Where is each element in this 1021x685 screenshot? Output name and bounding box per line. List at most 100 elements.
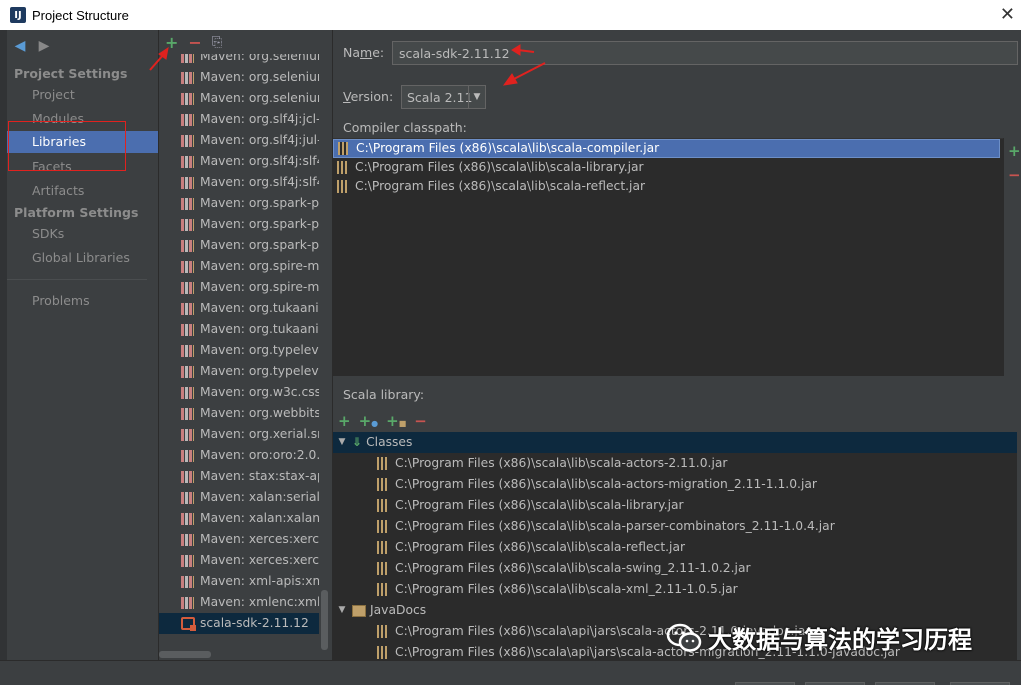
tree-jar-item[interactable]: C:\Program Files (x86)\scala\lib\scala-l… [333, 495, 1017, 516]
library-list-item[interactable]: Maven: org.spark-project [159, 214, 319, 235]
library-list-item[interactable]: Maven: org.slf4j:jcl-over-slf4j [159, 109, 319, 130]
remove-library-button[interactable]: − [188, 33, 201, 52]
window-title: Project Structure [32, 7, 129, 23]
maven-library-icon [181, 218, 194, 231]
tree-node-classes[interactable]: ▼ ⇓ Classes [333, 432, 1017, 453]
sidebar-item-global-libraries[interactable]: Global Libraries [7, 247, 158, 269]
maven-library-icon [181, 386, 194, 399]
add-library-button[interactable]: + [165, 33, 178, 52]
jar-icon [377, 478, 387, 491]
tree-jar-item[interactable]: C:\Program Files (x86)\scala\lib\scala-p… [333, 516, 1017, 537]
version-dropdown[interactable]: Scala 2.11 ▼ [401, 85, 486, 109]
maven-library-icon [181, 407, 194, 420]
library-list-pane: + − ⎘ Maven: org.seleniumhq.seleniumMave… [158, 30, 331, 660]
add-classpath-button[interactable]: + [1008, 142, 1021, 160]
library-list-item[interactable]: Maven: org.typelevel [159, 361, 319, 382]
tree-jar-item[interactable]: C:\Program Files (x86)\scala\lib\scala-a… [333, 453, 1017, 474]
tree-jar-item[interactable]: C:\Program Files (x86)\scala\lib\scala-s… [333, 558, 1017, 579]
tree-jar-item[interactable]: C:\Program Files (x86)\scala\lib\scala-r… [333, 537, 1017, 558]
library-list-item[interactable]: Maven: org.tukaani:xz [159, 319, 319, 340]
add-icon[interactable]: + [338, 412, 351, 430]
tree-jar-item[interactable]: C:\Program Files (x86)\scala\lib\scala-x… [333, 579, 1017, 600]
library-list-item[interactable]: Maven: xmlenc:xmlenc [159, 592, 319, 613]
library-list-item-label: Maven: org.typelevel [200, 343, 319, 357]
tree-jar-item[interactable]: C:\Program Files (x86)\scala\lib\scala-a… [333, 474, 1017, 495]
library-list-item[interactable]: Maven: org.spark-project [159, 235, 319, 256]
jar-icon [377, 499, 387, 512]
tree-node-label: Classes [366, 435, 413, 449]
library-list-item[interactable]: Maven: org.spark-project [159, 193, 319, 214]
library-list-item-selected[interactable]: scala-sdk-2.11.12 [159, 613, 319, 634]
library-list-item-label: Maven: org.seleniumhq.selenium [200, 70, 319, 84]
library-list-item[interactable]: Maven: stax:stax-api [159, 466, 319, 487]
watermark-text: 大数据与算法的学习历程 [708, 626, 972, 654]
library-list-item[interactable]: Maven: org.webbitserver [159, 403, 319, 424]
maven-library-icon [181, 365, 194, 378]
library-list: Maven: org.seleniumhq.selenium Maven: org… [159, 54, 319, 660]
remove-classpath-button[interactable]: − [1008, 166, 1021, 184]
library-list-item[interactable]: Maven: org.typelevel [159, 340, 319, 361]
maven-library-icon [181, 134, 194, 147]
expand-arrow-icon[interactable]: ▼ [336, 600, 348, 621]
library-list-item-label: Maven: org.seleniumhq.selenium [200, 91, 319, 105]
library-list-item[interactable]: Maven: oro:oro:2.0.8 [159, 445, 319, 466]
close-icon[interactable]: ✕ [1000, 4, 1015, 25]
jar-icon [377, 646, 387, 659]
maven-library-icon [181, 176, 194, 189]
library-list-item[interactable]: Maven: xerces:xercesImpl [159, 550, 319, 571]
tree-scrollbar[interactable] [1017, 432, 1021, 660]
sidebar-item-artifacts[interactable]: Artifacts [7, 180, 158, 202]
remove-icon[interactable]: − [414, 412, 427, 430]
library-list-item[interactable]: Maven: org.tukaani:xz [159, 298, 319, 319]
jar-icon [337, 180, 347, 193]
add-javadoc-icon[interactable]: +■ [386, 412, 406, 430]
compiler-classpath-label: Compiler classpath: [343, 120, 467, 135]
library-list-item-label: Maven: xmlenc:xmlenc [200, 595, 319, 609]
library-list-item[interactable]: Maven: org.seleniumhq.selenium [159, 54, 319, 67]
library-list-item-label: Maven: stax:stax-api [200, 469, 319, 483]
library-list-item[interactable]: Maven: org.seleniumhq.selenium [159, 67, 319, 88]
classpath-row[interactable]: C:\Program Files (x86)\scala\lib\scala-r… [333, 177, 1003, 196]
library-list-item[interactable]: Maven: xalan:serializer [159, 487, 319, 508]
jar-icon [337, 161, 347, 174]
library-list-item[interactable]: Maven: org.xerial.snappy [159, 424, 319, 445]
sidebar-item-project[interactable]: Project [7, 84, 158, 106]
tree-node-javadocs[interactable]: ▼ JavaDocs [333, 600, 1017, 621]
library-list-horizontal-scrollbar[interactable] [159, 651, 211, 658]
expand-arrow-icon[interactable]: ▼ [336, 432, 348, 453]
version-value: Scala 2.11 [407, 89, 473, 105]
chevron-down-icon[interactable]: ▼ [468, 86, 485, 108]
copy-library-button[interactable]: ⎘ [212, 35, 222, 50]
classpath-row[interactable]: C:\Program Files (x86)\scala\lib\scala-c… [333, 139, 1000, 158]
library-list-item[interactable]: Maven: xerces:xercesImpl [159, 529, 319, 550]
jar-icon [377, 520, 387, 533]
tree-jar-path: C:\Program Files (x86)\scala\lib\scala-l… [395, 498, 684, 512]
add-from-web-icon[interactable]: +● [359, 412, 379, 430]
library-list-item-label: Maven: org.seleniumhq.selenium [200, 54, 319, 63]
library-list-item[interactable]: Maven: org.spire-math [159, 256, 319, 277]
maven-library-icon [181, 428, 194, 441]
library-list-item[interactable]: Maven: org.spire-math [159, 277, 319, 298]
nav-arrows: ◀ ▶ [13, 38, 51, 54]
sidebar-item-sdks[interactable]: SDKs [7, 223, 158, 245]
name-field[interactable] [392, 41, 1018, 65]
library-list-item[interactable]: Maven: xalan:xalan:2.7.1 [159, 508, 319, 529]
arrow-left-icon[interactable]: ◀ [13, 38, 27, 54]
library-list-item-label: Maven: xalan:xalan:2.7.1 [200, 511, 319, 525]
library-list-item[interactable]: Maven: org.slf4j:slf4j-api [159, 151, 319, 172]
arrow-right-icon[interactable]: ▶ [37, 38, 51, 54]
library-list-vertical-scrollbar[interactable] [321, 590, 328, 650]
library-list-item-label: Maven: org.slf4j:jcl-over-slf4j [200, 112, 319, 126]
maven-library-icon [181, 260, 194, 273]
maven-library-icon [181, 596, 194, 609]
sidebar-item-problems[interactable]: Problems [7, 290, 158, 312]
maven-library-icon [181, 554, 194, 567]
tree-jar-path: C:\Program Files (x86)\scala\lib\scala-a… [395, 477, 817, 491]
library-list-item[interactable]: Maven: xml-apis:xml-apis [159, 571, 319, 592]
library-list-item[interactable]: Maven: org.slf4j:slf4j-log4j12 [159, 172, 319, 193]
classpath-row[interactable]: C:\Program Files (x86)\scala\lib\scala-l… [333, 158, 1003, 177]
library-list-item[interactable]: Maven: org.slf4j:jul-to-slf4j [159, 130, 319, 151]
library-list-item[interactable]: Maven: org.seleniumhq.selenium [159, 88, 319, 109]
library-list-item[interactable]: Maven: org.w3c.css:sac [159, 382, 319, 403]
wechat-logo [666, 623, 702, 652]
